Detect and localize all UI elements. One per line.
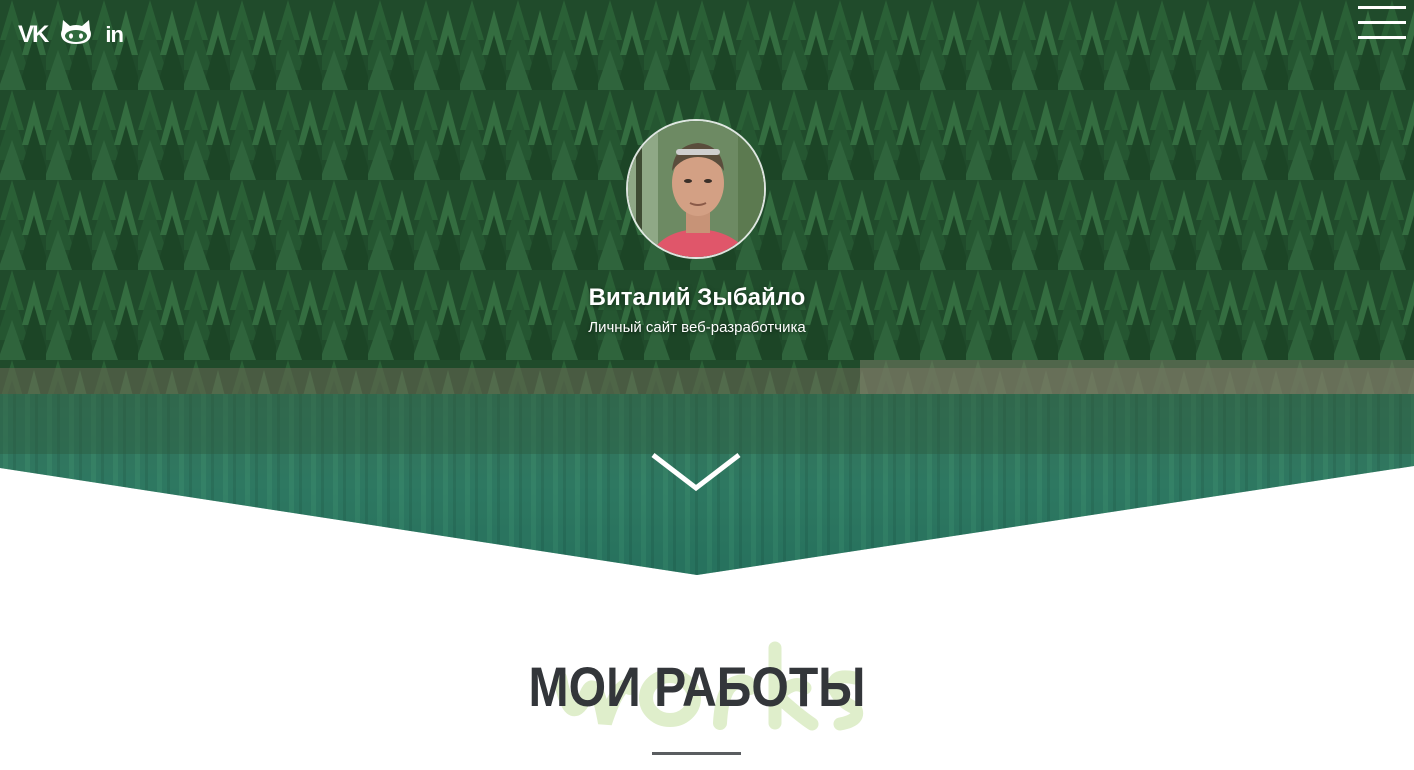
title-underline (652, 752, 741, 755)
github-icon (61, 20, 92, 44)
avatar-photo (628, 121, 764, 257)
hero-section: VK in Виталий Зыбайло Личный сайт веб-ра… (0, 0, 1414, 575)
section-title: МОИ РАБОТЫ (528, 655, 866, 718)
vk-icon: VK (18, 20, 49, 48)
github-link[interactable] (59, 18, 93, 51)
avatar (626, 119, 766, 259)
linkedin-icon: in (105, 21, 124, 47)
site-subtitle: Личный сайт веб-разработчика (588, 319, 806, 336)
chevron-down-icon[interactable] (650, 450, 742, 496)
linkedin-link[interactable]: in (105, 19, 124, 51)
social-links: VK in (18, 18, 124, 51)
menu-button[interactable] (1358, 4, 1408, 42)
vk-link[interactable]: VK (18, 19, 49, 51)
owner-name: Виталий Зыбайло (588, 284, 806, 311)
